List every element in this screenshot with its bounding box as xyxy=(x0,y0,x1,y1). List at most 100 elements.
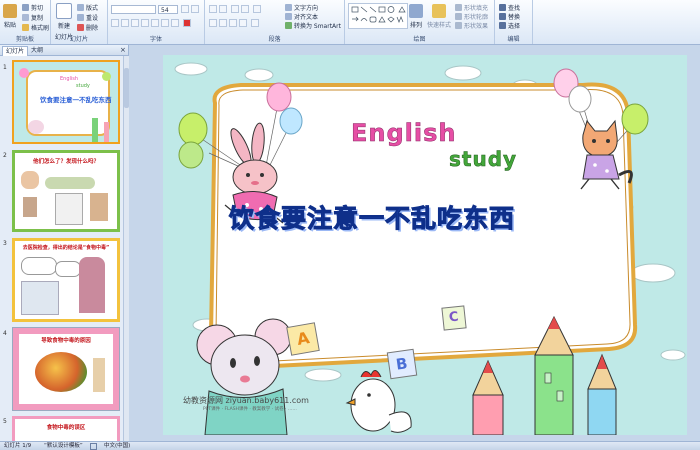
reset-button[interactable]: 重设 xyxy=(77,13,98,22)
paste-label: 粘贴 xyxy=(3,22,16,29)
thumb3-nurse xyxy=(79,257,105,313)
copy-button[interactable]: 复制 xyxy=(22,13,43,22)
quick-styles-button[interactable]: 快速样式 xyxy=(427,4,451,29)
drawing-group: 排列 快速样式 形状填充 形状轮廓 形状效果 绘图 xyxy=(345,0,495,44)
text-direction-button[interactable]: 文字方向 xyxy=(285,3,318,12)
thumb5-title: 食物中毒的误区 xyxy=(46,425,86,431)
quick-styles-icon xyxy=(432,4,446,18)
font-group-label: 字体 xyxy=(149,36,162,43)
close-pane-icon[interactable]: × xyxy=(117,46,129,55)
change-case-button[interactable] xyxy=(171,19,179,27)
align-text-button[interactable]: 对齐文本 xyxy=(285,12,318,21)
thumb4-title: 导致食物中毒的原因 xyxy=(41,338,91,344)
thumb1-pencil xyxy=(92,118,98,142)
bold-button[interactable] xyxy=(111,19,119,27)
smartart-icon xyxy=(285,22,292,29)
thumb-number-1: 1 xyxy=(3,64,7,71)
justify-button[interactable] xyxy=(239,19,247,27)
paste-icon xyxy=(3,4,17,18)
slides-group-label: 幻灯片 xyxy=(69,36,88,43)
slide-thumb-1[interactable]: English study 饮食要注意一不乱吃东西 xyxy=(12,60,120,144)
slides-group: 新建 幻灯片 版式 重设 删除 幻灯片 xyxy=(51,0,108,44)
block-b-letter: B xyxy=(394,354,409,374)
bullets-button[interactable] xyxy=(209,5,217,13)
slide-thumb-4[interactable]: 导致食物中毒的原因 xyxy=(12,327,120,411)
font-size-combo[interactable]: 54 xyxy=(158,5,178,14)
thumb1-balloon xyxy=(102,72,111,81)
slide-thumb-5[interactable]: 食物中毒的误区 xyxy=(12,416,120,441)
clipboard-group-label: 剪贴板 xyxy=(15,36,34,43)
arrange-button[interactable]: 排列 xyxy=(409,4,423,29)
balloon-green xyxy=(178,112,208,146)
replace-icon xyxy=(499,13,506,20)
thumb1-title: 饮食要注意一不乱吃东西 xyxy=(40,96,112,104)
slide-thumb-2[interactable]: 他们怎么了？发现什么吗？ xyxy=(12,150,120,232)
mouse-illustration xyxy=(196,318,292,435)
ribbon: 粘贴 剪切 复制 格式刷 剪贴板 新建 幻灯片 版式 重设 删除 幻灯片 54 … xyxy=(0,0,700,45)
find-button[interactable]: 查找 xyxy=(499,3,520,12)
line-spacing-button[interactable] xyxy=(253,5,261,13)
decrease-indent-button[interactable] xyxy=(231,5,239,13)
watermark-subtext: PPT课件 · FLASH课件 · 教案教学 · 试卷 · …… xyxy=(203,407,297,412)
shrink-font-button[interactable] xyxy=(191,5,199,13)
layout-button[interactable]: 版式 xyxy=(77,3,98,12)
thumb-number-2: 2 xyxy=(3,152,7,159)
align-right-button[interactable] xyxy=(229,19,237,27)
italic-button[interactable] xyxy=(121,19,129,27)
shape-outline-button[interactable]: 形状轮廓 xyxy=(455,12,488,21)
thumb2-title: 他们怎么了？发现什么吗？ xyxy=(32,159,99,165)
slide-thumb-3[interactable]: 去医院检查，得出的结论是“食物中毒” xyxy=(12,238,120,322)
thumb-number-5: 5 xyxy=(3,418,7,425)
thumb1-study: study xyxy=(76,83,90,89)
paste-button[interactable]: 粘贴 xyxy=(3,4,17,29)
align-left-button[interactable] xyxy=(209,19,217,27)
fill-bucket-icon xyxy=(455,4,462,11)
shape-fill-button[interactable]: 形状填充 xyxy=(455,3,488,12)
paragraph-group-label: 段落 xyxy=(268,36,281,43)
scissors-icon xyxy=(22,4,29,11)
thumb1-balloon xyxy=(19,68,29,78)
shape-effects-button[interactable]: 形状效果 xyxy=(455,21,488,30)
font-name-combo[interactable] xyxy=(111,5,156,14)
copy-icon xyxy=(22,14,29,21)
columns-button[interactable] xyxy=(251,19,259,27)
reset-icon xyxy=(77,14,84,21)
slide-english-text[interactable]: English xyxy=(351,119,456,148)
binoculars-icon xyxy=(499,4,506,11)
shapes-icons xyxy=(351,6,406,23)
format-painter-button[interactable]: 格式刷 xyxy=(22,23,49,32)
block-c-letter: C xyxy=(448,309,460,326)
strikethrough-button[interactable] xyxy=(141,19,149,27)
replace-button[interactable]: 替换 xyxy=(499,12,520,21)
font-color-button[interactable] xyxy=(183,19,191,27)
shadow-button[interactable] xyxy=(151,19,159,27)
cut-button[interactable]: 剪切 xyxy=(22,3,43,12)
arrange-icon xyxy=(409,4,423,18)
clipboard-group: 粘贴 剪切 复制 格式刷 剪贴板 xyxy=(0,0,51,44)
brush-icon xyxy=(22,24,29,31)
thumb4-person xyxy=(93,358,105,392)
underline-button[interactable] xyxy=(131,19,139,27)
thumb-number-4: 4 xyxy=(3,330,7,337)
increase-indent-button[interactable] xyxy=(241,5,249,13)
grow-font-button[interactable] xyxy=(181,5,189,13)
thumb3-bubble xyxy=(55,261,81,277)
outline-icon xyxy=(455,13,462,20)
slide-title[interactable]: 饮食要注意一不乱吃东西 xyxy=(228,199,515,235)
smartart-button[interactable]: 转换为 SmartArt xyxy=(285,21,341,30)
delete-slide-button[interactable]: 删除 xyxy=(77,23,98,32)
align-center-button[interactable] xyxy=(219,19,227,27)
numbering-button[interactable] xyxy=(219,5,227,13)
tab-outline[interactable]: 大纲 xyxy=(28,46,46,55)
char-spacing-button[interactable] xyxy=(161,19,169,27)
pane-tabs: 幻灯片 大纲 × xyxy=(0,45,128,56)
balloon-green xyxy=(621,103,649,135)
effects-icon xyxy=(455,22,462,29)
layout-icon xyxy=(77,4,84,11)
shapes-gallery[interactable] xyxy=(348,3,408,29)
slide-study-text[interactable]: study xyxy=(449,147,517,172)
slide-canvas[interactable]: English study 饮食要注意一不乱吃东西 C A B 幼教资源网 zi… xyxy=(163,55,687,435)
tab-slides[interactable]: 幻灯片 xyxy=(2,46,29,56)
select-button[interactable]: 选择 xyxy=(499,21,520,30)
thumb2-faces xyxy=(45,177,95,189)
